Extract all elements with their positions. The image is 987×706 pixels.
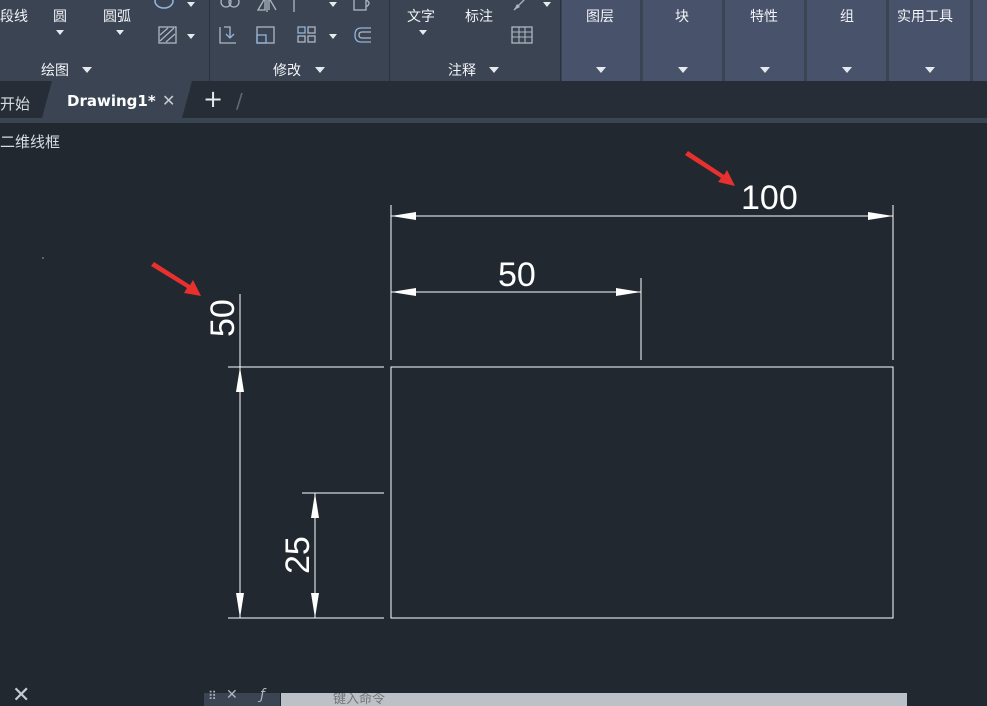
explode-icon[interactable] <box>351 0 375 14</box>
dim-100-arrow-left <box>391 212 416 220</box>
dim-50-top-text: 50 <box>498 256 536 294</box>
circle-dropdown-caret[interactable] <box>56 30 64 35</box>
offset-icon[interactable] <box>351 24 375 46</box>
dim-25-arrow-top <box>311 493 319 518</box>
command-line-toolbar[interactable]: ⠿ ✕ ƒ <box>204 687 280 706</box>
red-arrow-marker-left <box>151 262 201 296</box>
draw-panel-title[interactable]: 绘图 <box>41 60 69 80</box>
hatch-dropdown-caret[interactable] <box>187 34 195 39</box>
table-icon[interactable] <box>510 24 534 46</box>
clipboard-panel-edge[interactable] <box>973 0 987 81</box>
dim-50-left-arrow-top <box>236 367 244 392</box>
dim-100-arrow-right <box>868 212 893 220</box>
copy-icon[interactable] <box>218 0 242 14</box>
dim-100-text: 100 <box>741 179 798 217</box>
modify-panel-title[interactable]: 修改 <box>273 60 301 80</box>
groups-panel[interactable]: 组 <box>807 0 886 81</box>
utilities-panel-label: 实用工具 <box>897 9 953 25</box>
command-input[interactable] <box>281 693 907 706</box>
rectangle-geometry <box>390 366 894 619</box>
layers-panel-label: 图层 <box>586 9 614 25</box>
close-small-icon[interactable]: ✕ <box>226 687 238 703</box>
file-tab-bar: 开始 Drawing1* ✕ + / <box>0 81 987 123</box>
layers-panel-caret[interactable] <box>596 67 606 73</box>
modify-panel-expand-caret[interactable] <box>315 67 325 73</box>
fillet-dropdown-caret[interactable] <box>329 2 337 7</box>
tab-start[interactable]: 开始 <box>0 93 30 114</box>
drawing-geometry: 100 50 50 25 <box>42 151 894 619</box>
utilities-panel[interactable]: 实用工具 <box>889 0 970 81</box>
leader-icon[interactable] <box>510 0 534 14</box>
red-arrow-marker-top <box>685 151 735 186</box>
close-icon[interactable]: ✕ <box>162 91 175 110</box>
properties-panel-caret[interactable] <box>760 67 770 73</box>
new-tab-plus-icon[interactable]: + <box>203 87 223 111</box>
dimension-button[interactable]: 标注 <box>465 6 493 26</box>
fillet-icon[interactable] <box>290 0 314 14</box>
properties-panel[interactable]: 特性 <box>725 0 804 81</box>
polyline-button[interactable]: 段线 <box>0 6 28 26</box>
dimension-arrows <box>236 212 893 618</box>
arc-dropdown-caret[interactable] <box>116 30 124 35</box>
leader-dropdown-caret[interactable] <box>543 2 551 7</box>
utilities-panel-caret[interactable] <box>925 67 935 73</box>
tab-divider: / <box>236 89 243 113</box>
dim-50-top-arrow-right <box>616 288 641 296</box>
hatch-icon[interactable] <box>156 24 180 46</box>
text-button[interactable]: 文字 <box>407 6 435 26</box>
annotation-panel-expand-caret[interactable] <box>489 67 499 73</box>
grip-icon[interactable]: ⠿ <box>208 689 217 703</box>
canvas-dot <box>42 257 44 259</box>
dim-50-left-arrow-bottom <box>236 593 244 618</box>
block-panel-label: 块 <box>675 9 689 25</box>
tab-drawing1-label: Drawing1* <box>67 92 156 110</box>
circle-button[interactable]: 圆 <box>53 6 67 26</box>
ribbon: 段线 圆 圆弧 绘图 修改 文字 标注 注释 图层 块 特性 组 实用工具 <box>0 0 987 81</box>
block-panel-caret[interactable] <box>678 67 688 73</box>
command-line-close-icon[interactable]: ✕ <box>12 685 30 706</box>
drawing-canvas[interactable]: 二维线框 100 50 50 25 <box>0 123 987 706</box>
array-icon[interactable] <box>295 24 319 46</box>
draw-panel-expand-caret[interactable] <box>82 67 92 73</box>
dim-50-top-arrow-left <box>391 288 416 296</box>
dim-50-left-text: 50 <box>204 299 242 337</box>
arc-button[interactable]: 圆弧 <box>103 6 131 26</box>
dim-25-arrow-bottom <box>311 593 319 618</box>
mirror-icon[interactable] <box>255 0 279 14</box>
properties-panel-label: 特性 <box>750 9 778 25</box>
block-panel[interactable]: 块 <box>643 0 722 81</box>
array-dropdown-caret[interactable] <box>329 34 337 39</box>
ellipse-dropdown-caret[interactable] <box>187 2 195 7</box>
annotation-markers <box>151 151 735 296</box>
dim-25-text: 25 <box>279 536 317 574</box>
groups-panel-label: 组 <box>840 9 854 25</box>
stretch-icon[interactable] <box>216 24 240 46</box>
layers-panel[interactable]: 图层 <box>562 0 640 81</box>
groups-panel-caret[interactable] <box>842 67 852 73</box>
customize-icon[interactable]: ƒ <box>260 687 265 703</box>
text-dropdown-caret[interactable] <box>419 30 427 35</box>
scale-icon[interactable] <box>254 24 278 46</box>
ellipse-icon[interactable] <box>153 0 177 12</box>
annotation-panel-title[interactable]: 注释 <box>448 60 476 80</box>
